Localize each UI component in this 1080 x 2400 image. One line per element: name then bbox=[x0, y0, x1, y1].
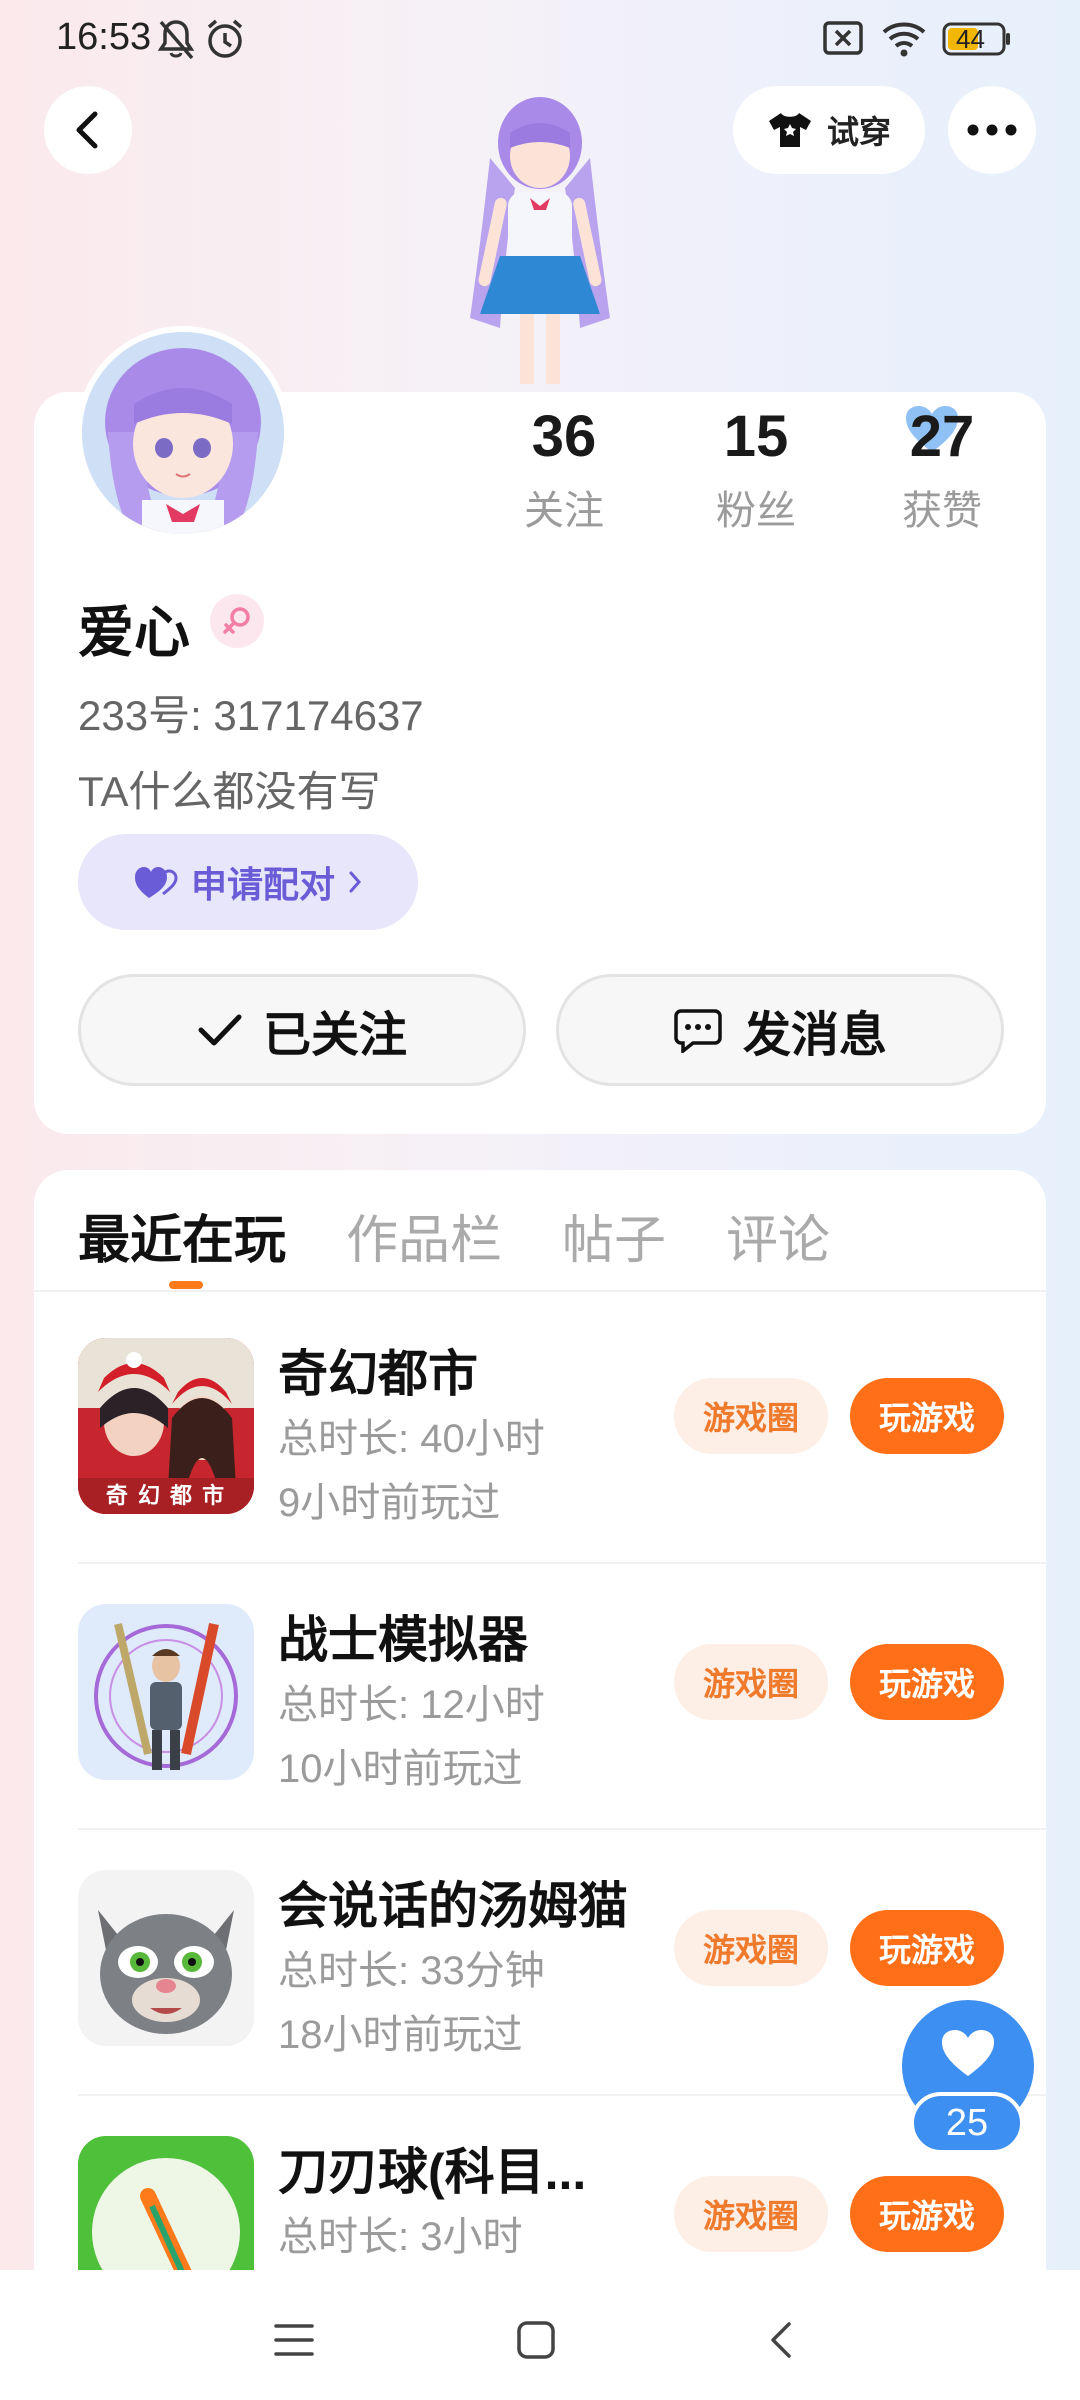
apply-pair-label: 申请配对 bbox=[190, 864, 335, 905]
game-last-played: 18小时前玩过 bbox=[278, 2013, 523, 2057]
game-last-played: 9小时前玩过 bbox=[278, 1481, 501, 1525]
status-bar: 16:53 44 bbox=[0, 0, 1080, 80]
system-nav-bar bbox=[0, 2270, 1080, 2400]
tab-recently-played[interactable]: 最近在玩 bbox=[78, 1198, 286, 1288]
following-label: 关注 bbox=[524, 489, 604, 533]
stat-likes[interactable]: 27 获赞 bbox=[852, 402, 1032, 536]
no-sim-icon bbox=[822, 18, 864, 63]
send-message-label: 发消息 bbox=[742, 1009, 887, 1062]
tshirt-icon bbox=[768, 113, 811, 147]
likes-label: 获赞 bbox=[902, 489, 982, 533]
chat-bubble-icon bbox=[674, 1009, 722, 1053]
game-name: 刀刃球(科目... bbox=[278, 2144, 587, 2200]
heart-icon bbox=[942, 2030, 994, 2076]
play-game-button[interactable]: 玩游戏 bbox=[850, 1644, 1004, 1720]
followers-count: 15 bbox=[723, 404, 789, 469]
play-game-button[interactable]: 玩游戏 bbox=[850, 2176, 1004, 2252]
game-circle-button[interactable]: 游戏圈 bbox=[674, 2176, 828, 2252]
game-circle-button[interactable]: 游戏圈 bbox=[674, 1378, 828, 1454]
tab-posts[interactable]: 帖子 bbox=[562, 1198, 666, 1288]
double-heart-icon bbox=[134, 867, 178, 898]
game-row[interactable]: 奇 幻 都 市 奇幻都市 总时长: 40小时 9小时前玩过 游戏圈 玩游戏 bbox=[34, 1298, 1046, 1564]
chevron-right-icon bbox=[349, 871, 362, 893]
try-on-button[interactable]: 试穿 bbox=[733, 86, 925, 174]
avatar[interactable] bbox=[76, 326, 290, 540]
back-button[interactable] bbox=[44, 86, 132, 174]
game-duration: 总时长: 3小时 bbox=[278, 2215, 523, 2259]
try-on-label: 试穿 bbox=[826, 114, 891, 150]
active-tab-indicator bbox=[169, 1281, 203, 1289]
game-duration: 总时长: 40小时 bbox=[278, 1417, 545, 1461]
game-icon-blade-ball bbox=[78, 2136, 254, 2270]
alarm-icon bbox=[204, 18, 246, 65]
tabs-divider bbox=[34, 1290, 1046, 1292]
battery-level: 44 bbox=[956, 24, 985, 54]
nickname: 爱心 bbox=[78, 601, 190, 664]
game-icon-label: 奇 幻 都 市 bbox=[105, 1483, 227, 1508]
game-name: 会说话的汤姆猫 bbox=[278, 1878, 628, 1934]
back-triangle-icon[interactable] bbox=[750, 2310, 810, 2370]
game-name: 战士模拟器 bbox=[278, 1612, 528, 1668]
avatar-character-illustration bbox=[430, 88, 650, 388]
game-duration: 总时长: 33分钟 bbox=[278, 1949, 545, 1993]
game-row[interactable]: 战士模拟器 总时长: 12小时 10小时前玩过 游戏圈 玩游戏 bbox=[34, 1564, 1046, 1830]
status-time: 16:53 bbox=[56, 16, 152, 58]
game-duration: 总时长: 12小时 bbox=[278, 1683, 545, 1727]
play-game-button[interactable]: 玩游戏 bbox=[850, 1910, 1004, 1986]
game-circle-button[interactable]: 游戏圈 bbox=[674, 1644, 828, 1720]
game-circle-button[interactable]: 游戏圈 bbox=[674, 1910, 828, 1986]
user-id: 233号: 317174637 bbox=[78, 692, 424, 739]
game-last-played: 10小时前玩过 bbox=[278, 1747, 523, 1791]
menu-icon[interactable] bbox=[264, 2310, 324, 2370]
likes-count: 27 bbox=[909, 404, 975, 469]
checkmark-icon bbox=[198, 1014, 242, 1046]
female-gender-icon bbox=[210, 594, 264, 648]
game-icon-talking-tom bbox=[78, 1870, 254, 2046]
followed-button[interactable]: 已关注 bbox=[78, 974, 526, 1086]
profile-page: 16:53 44 试穿 36 关注 15 粉丝 27 获赞 爱心 233号: 3… bbox=[0, 0, 1080, 2400]
more-options-button[interactable] bbox=[948, 86, 1036, 174]
game-name: 奇幻都市 bbox=[278, 1346, 478, 1402]
more-dots-icon bbox=[967, 124, 1017, 136]
game-icon-warrior-simulator bbox=[78, 1604, 254, 1780]
stat-following[interactable]: 36 关注 bbox=[474, 402, 654, 536]
following-count: 36 bbox=[531, 404, 597, 469]
bio: TA什么都没有写 bbox=[78, 768, 381, 815]
followed-label: 已关注 bbox=[262, 1009, 407, 1062]
tab-works[interactable]: 作品栏 bbox=[346, 1198, 502, 1288]
game-row[interactable]: 会说话的汤姆猫 总时长: 33分钟 18小时前玩过 游戏圈 玩游戏 bbox=[34, 1830, 1046, 2096]
mute-bell-icon bbox=[156, 18, 196, 67]
game-icon-fantasy-city: 奇 幻 都 市 bbox=[78, 1338, 254, 1514]
stat-followers[interactable]: 15 粉丝 bbox=[666, 402, 846, 536]
profile-tabs: 最近在玩 作品栏 帖子 评论 bbox=[78, 1198, 890, 1288]
play-game-button[interactable]: 玩游戏 bbox=[850, 1378, 1004, 1454]
apply-pair-button[interactable]: 申请配对 bbox=[78, 834, 418, 930]
tab-comments[interactable]: 评论 bbox=[726, 1198, 830, 1288]
game-row[interactable]: 刀刃球(科目... 总时长: 3小时 游戏圈 玩游戏 bbox=[34, 2096, 1046, 2270]
wifi-icon bbox=[880, 18, 928, 63]
send-message-button[interactable]: 发消息 bbox=[556, 974, 1004, 1086]
floating-like-count: 25 bbox=[910, 2092, 1024, 2154]
chevron-left-icon bbox=[76, 111, 98, 149]
followers-label: 粉丝 bbox=[716, 489, 796, 533]
home-square-icon[interactable] bbox=[506, 2310, 566, 2370]
